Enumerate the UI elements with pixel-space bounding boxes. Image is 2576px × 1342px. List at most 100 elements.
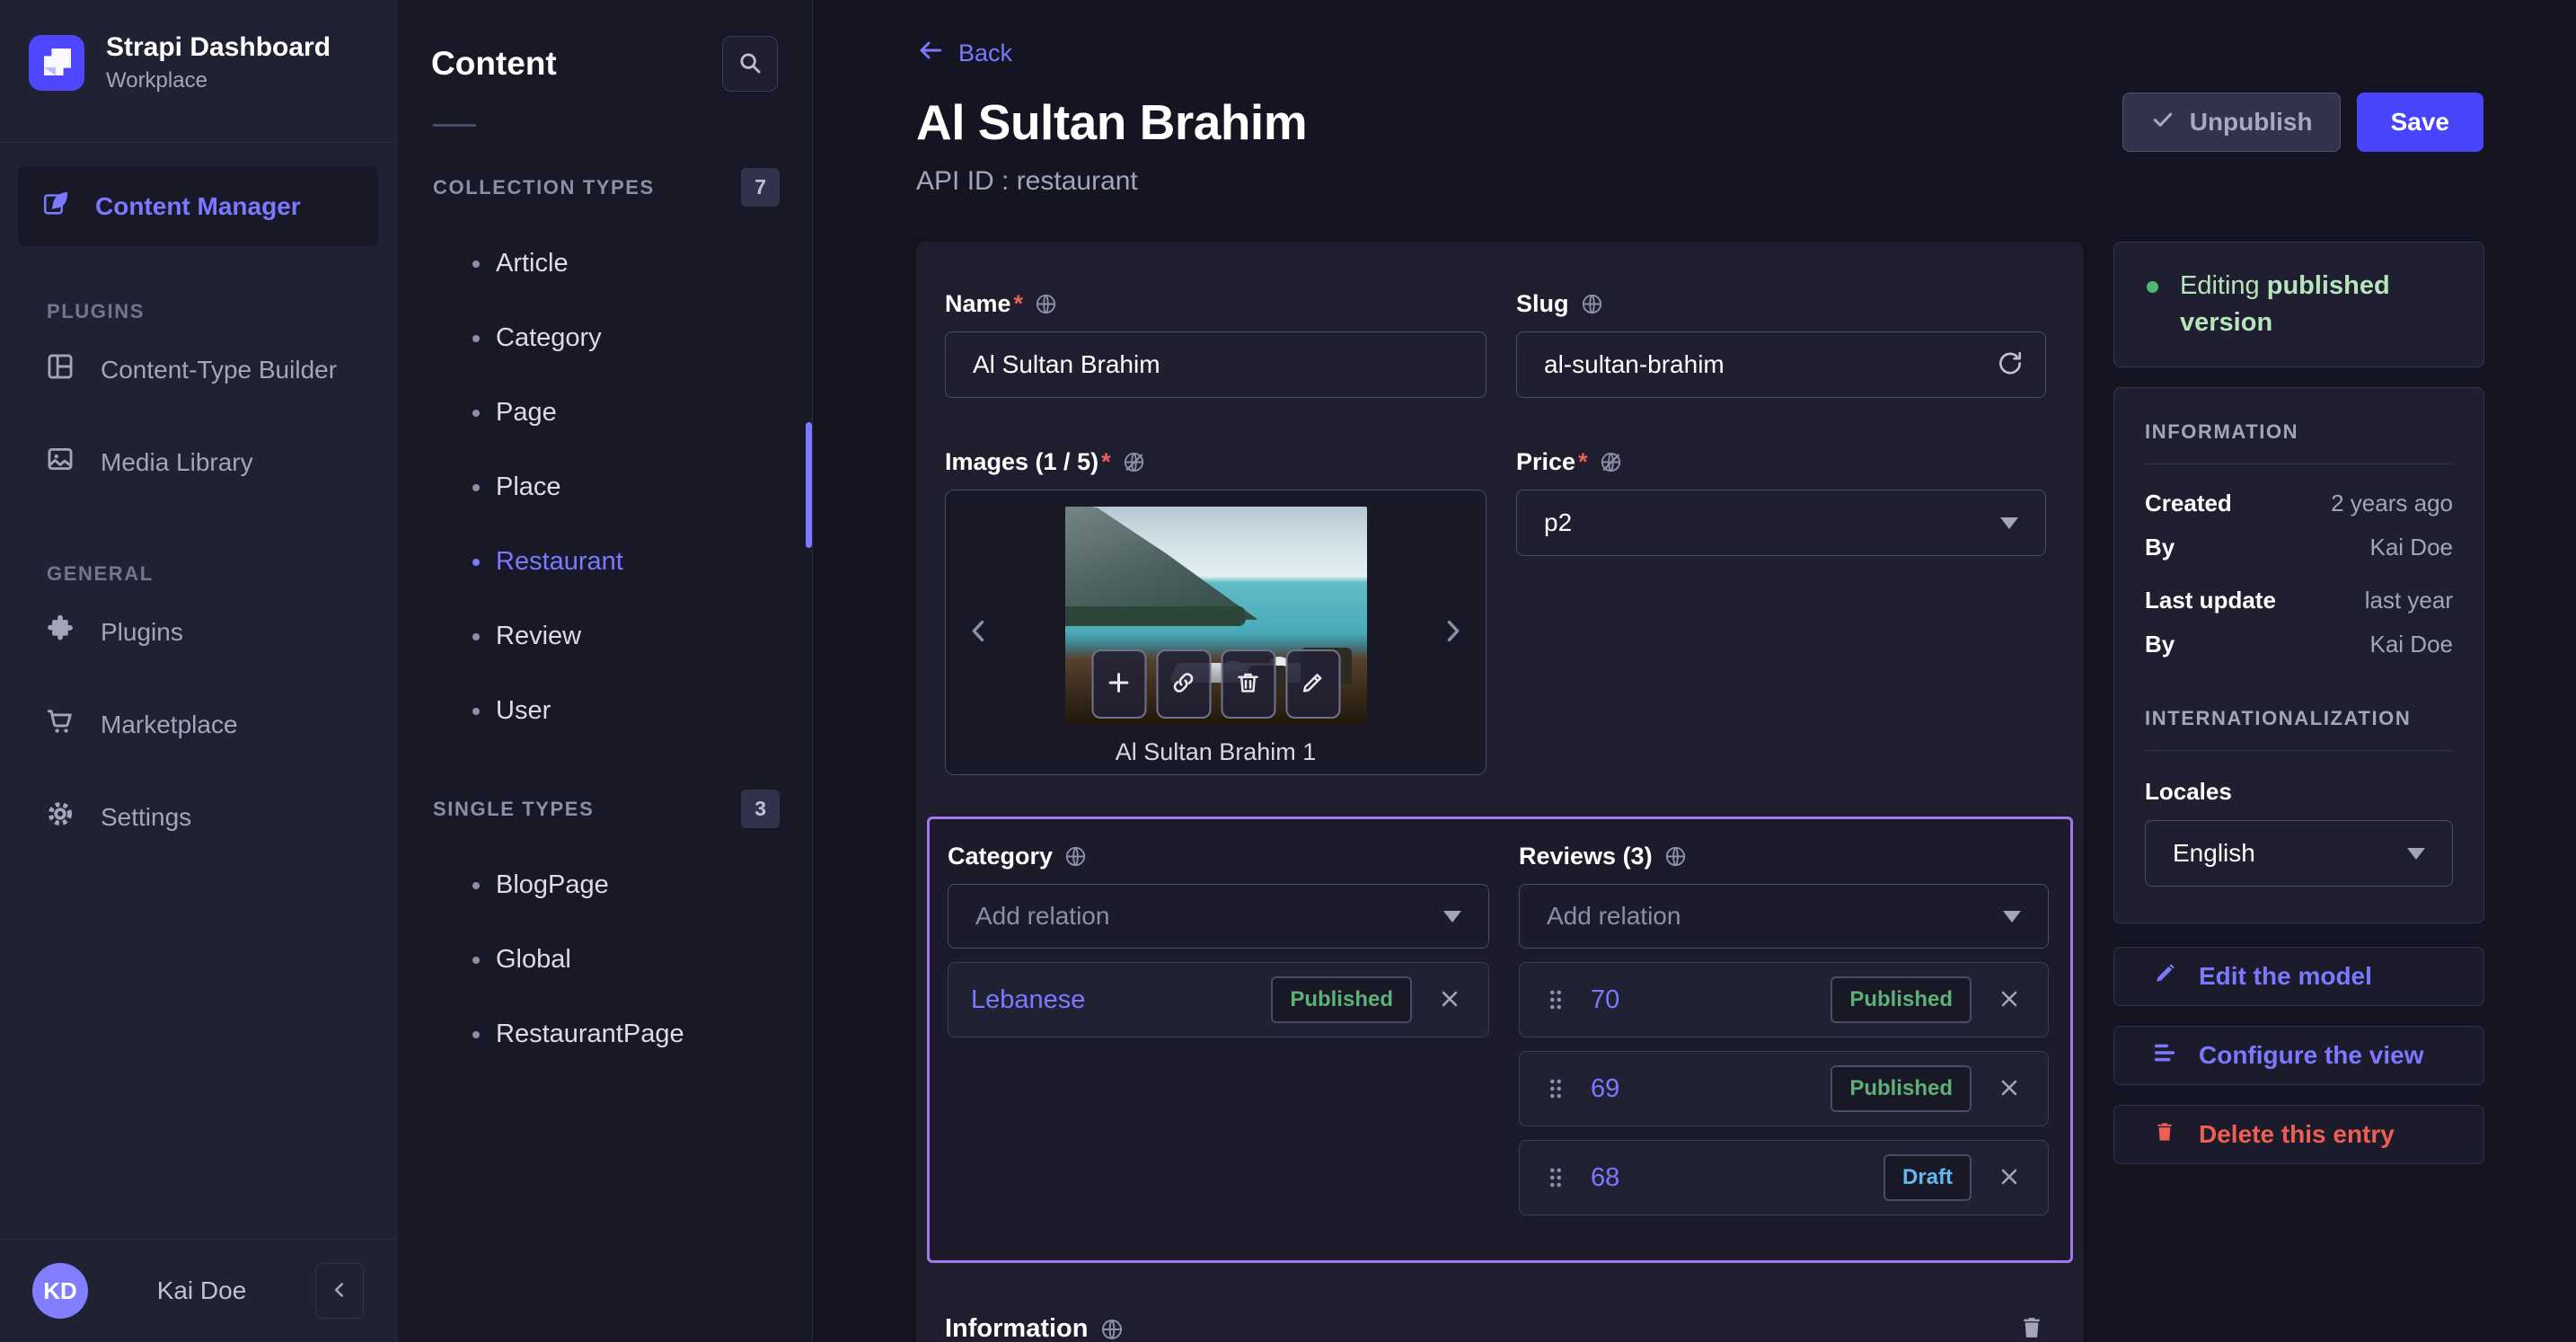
copy-link-button[interactable] xyxy=(1156,649,1211,719)
content-sidebar: Content COLLECTION TYPES 7 Article Categ… xyxy=(397,0,813,1342)
divider xyxy=(2145,750,2453,752)
drag-handle-icon[interactable] xyxy=(1542,1164,1569,1191)
nav-item-label: Plugins xyxy=(101,617,183,646)
avatar[interactable]: KD xyxy=(32,1263,88,1319)
close-icon xyxy=(1997,1075,2022,1103)
remove-relation-button[interactable] xyxy=(1993,1161,2025,1196)
locale-select[interactable]: English xyxy=(2145,820,2453,887)
price-select[interactable]: p2 xyxy=(1516,490,2046,556)
nav-item-marketplace[interactable]: Marketplace xyxy=(0,678,396,771)
collapse-sidebar-button[interactable] xyxy=(315,1263,364,1319)
nav-item-content-manager[interactable]: Content Manager xyxy=(18,166,378,246)
save-button[interactable]: Save xyxy=(2356,93,2483,152)
name-input[interactable] xyxy=(945,331,1486,398)
search-button[interactable] xyxy=(722,36,778,92)
info-key: By xyxy=(2145,631,2175,658)
chevron-right-icon xyxy=(1437,616,1468,649)
arrow-left-icon xyxy=(916,36,945,71)
app-title: Strapi Dashboard xyxy=(106,32,331,62)
scrollbar-thumb[interactable] xyxy=(806,422,812,548)
link-icon xyxy=(1170,669,1197,699)
relation-link[interactable]: 70 xyxy=(1591,985,1619,1015)
subnav-item-global[interactable]: Global xyxy=(397,923,812,997)
collection-types-count-badge: 7 xyxy=(741,168,780,207)
subnav-item-restaurant[interactable]: Restaurant xyxy=(397,525,812,599)
drag-handle-icon[interactable] xyxy=(1542,986,1569,1013)
slug-input[interactable] xyxy=(1516,331,2046,398)
puzzle-icon xyxy=(45,614,75,650)
subnav-item-label: RestaurantPage xyxy=(496,1020,684,1048)
edit-model-label: Edit the model xyxy=(2199,962,2372,991)
chevron-down-icon xyxy=(1443,910,1461,923)
trash-icon xyxy=(1235,669,1262,699)
page-title: Al Sultan Brahim xyxy=(916,94,1308,150)
carousel-prev-button[interactable] xyxy=(964,616,994,649)
subnav-item-blogpage[interactable]: BlogPage xyxy=(397,848,812,923)
regenerate-slug-button[interactable] xyxy=(1996,349,2025,381)
gear-icon xyxy=(45,799,75,835)
delete-entry-button[interactable]: Delete this entry xyxy=(2113,1105,2484,1165)
drag-handle-icon[interactable] xyxy=(1542,1075,1569,1102)
strapi-app: Strapi Dashboard Workplace Content Manag… xyxy=(0,0,2576,1342)
relation-link[interactable]: 68 xyxy=(1591,1163,1619,1193)
subnav-item-place[interactable]: Place xyxy=(397,450,812,525)
name-label: Name xyxy=(945,290,1011,317)
subnav-item-restaurantpage[interactable]: RestaurantPage xyxy=(397,997,812,1072)
delete-component-button[interactable] xyxy=(2017,1313,2046,1342)
subnav-item-article[interactable]: Article xyxy=(397,226,812,301)
add-relation-placeholder: Add relation xyxy=(975,902,1110,930)
images-field: Images (1 / 5) * Al Sultan Brahim 1 xyxy=(945,448,1486,775)
globe-icon xyxy=(1099,1317,1125,1342)
remove-relation-button[interactable] xyxy=(1434,983,1466,1018)
subnav-item-page[interactable]: Page xyxy=(397,375,812,450)
back-link[interactable]: Back xyxy=(916,36,1012,71)
edit-image-button[interactable] xyxy=(1285,649,1340,719)
workspace-name: Workplace xyxy=(106,68,207,93)
main-sidebar: Strapi Dashboard Workplace Content Manag… xyxy=(0,0,397,1342)
nav-item-plugins[interactable]: Plugins xyxy=(0,586,396,678)
internationalization-header: INTERNATIONALIZATION xyxy=(2145,707,2412,730)
delete-entry-label: Delete this entry xyxy=(2199,1120,2395,1149)
reviews-add-relation-select[interactable]: Add relation xyxy=(1519,884,2049,949)
nav-item-media-library[interactable]: Media Library xyxy=(0,416,396,508)
search-icon xyxy=(737,49,763,79)
edit-model-button[interactable]: Edit the model xyxy=(2113,947,2484,1007)
relation-item: 70 Published xyxy=(1519,962,2049,1037)
subnav-item-review[interactable]: Review xyxy=(397,599,812,674)
required-mark: * xyxy=(1578,448,1588,475)
information-header: INFORMATION xyxy=(2145,420,2299,444)
info-row: By Kai Doe xyxy=(2145,631,2453,658)
nav-item-label: Content-Type Builder xyxy=(101,355,338,384)
single-types-header: SINGLE TYPES xyxy=(433,797,595,820)
remove-relation-button[interactable] xyxy=(1993,1072,2025,1107)
api-id: API ID : restaurant xyxy=(916,166,1138,196)
chevron-left-icon xyxy=(328,1278,351,1304)
info-key: Created xyxy=(2145,490,2232,517)
relation-link[interactable]: Lebanese xyxy=(971,985,1085,1015)
carousel-next-button[interactable] xyxy=(1437,616,1468,649)
add-image-button[interactable] xyxy=(1091,649,1146,719)
category-add-relation-select[interactable]: Add relation xyxy=(948,884,1489,949)
locales-label: Locales xyxy=(2145,778,2232,806)
divider xyxy=(433,124,476,127)
subnav-item-user[interactable]: User xyxy=(397,674,812,748)
general-section-header: GENERAL xyxy=(47,562,154,585)
workspace-header: Strapi Dashboard Workplace xyxy=(0,0,396,120)
status-badge: Published xyxy=(1271,976,1412,1023)
subnav-item-category[interactable]: Category xyxy=(397,301,812,375)
delete-image-button[interactable] xyxy=(1221,649,1275,719)
nav-item-content-type-builder[interactable]: Content-Type Builder xyxy=(0,323,396,416)
relation-link[interactable]: 69 xyxy=(1591,1074,1619,1104)
nav-item-settings[interactable]: Settings xyxy=(0,771,396,863)
configure-view-button[interactable]: Configure the view xyxy=(2113,1026,2484,1086)
subnav-item-label: Review xyxy=(496,622,582,650)
trash-icon xyxy=(2017,1313,2046,1342)
configure-view-label: Configure the view xyxy=(2199,1041,2424,1070)
carousel-slide xyxy=(1064,507,1367,724)
unpublish-label: Unpublish xyxy=(2189,108,2313,136)
nav-item-label: Media Library xyxy=(101,447,253,476)
photo-treeline xyxy=(1064,606,1247,627)
remove-relation-button[interactable] xyxy=(1993,983,2025,1018)
unpublish-button[interactable]: Unpublish xyxy=(2122,93,2341,152)
image-caption: Al Sultan Brahim 1 xyxy=(1115,738,1317,765)
